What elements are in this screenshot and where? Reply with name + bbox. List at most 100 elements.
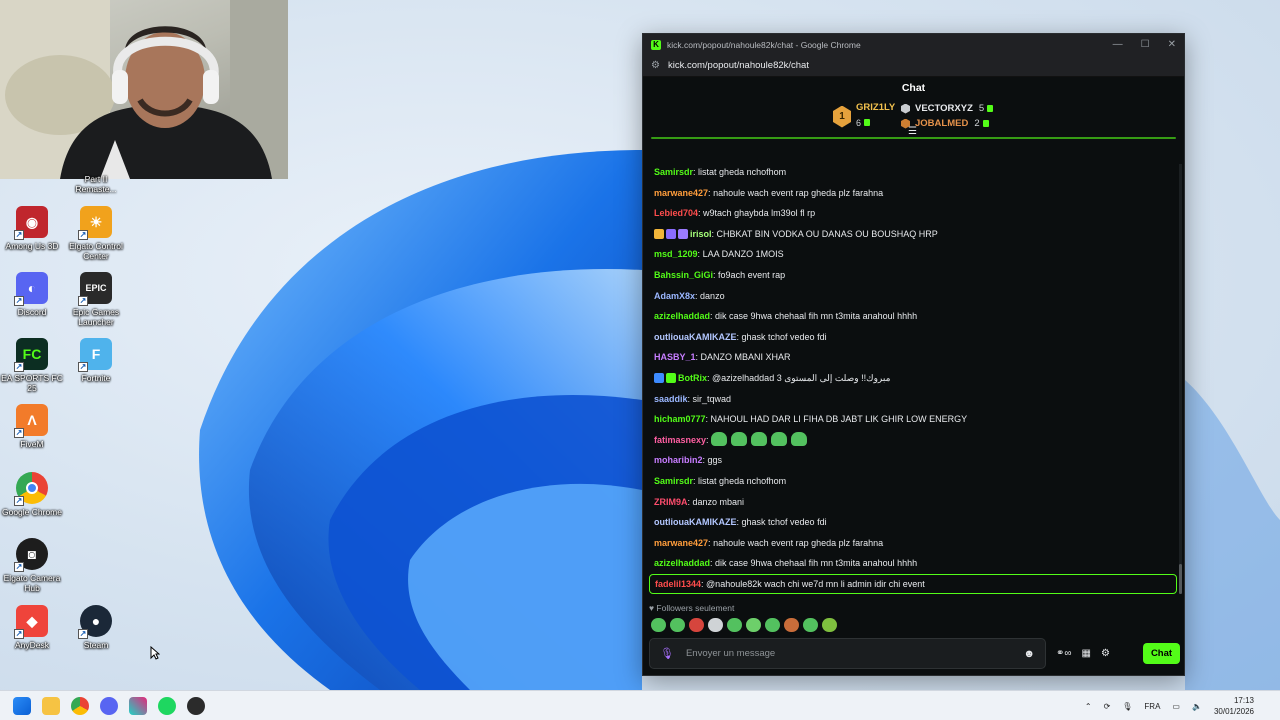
- chat-username[interactable]: irisol: [690, 229, 712, 239]
- address-bar[interactable]: ⚙ kick.com/popout/nahoule82k/chat: [643, 55, 1184, 77]
- chat-message[interactable]: azizelhaddad: dik case 9hwa chehaal fih …: [654, 555, 1174, 571]
- chat-message[interactable]: marwane427: nahoule wach event rap gheda…: [654, 535, 1174, 551]
- desktop-icon-anydesk[interactable]: ◆ ↗ AnyDesk: [0, 605, 64, 650]
- windows-start-icon[interactable]: [13, 696, 31, 715]
- emote-icon[interactable]: [670, 618, 685, 632]
- chat-username[interactable]: AdamX8x: [654, 291, 695, 301]
- chat-message[interactable]: outliouaKAMIKAZE: ghask tchof vedeo fdi: [654, 329, 1174, 345]
- chat-message[interactable]: Lebied704: w9tach ghaybda lm39ol fl rp: [654, 205, 1174, 221]
- chat-message[interactable]: AdamX8x: danzo: [654, 288, 1174, 304]
- chat-username[interactable]: fatimasnexy: [654, 435, 706, 445]
- chat-username[interactable]: Samirsdr: [654, 167, 693, 177]
- share-link-icon[interactable]: ⚭∞: [1056, 648, 1072, 659]
- user-badge-icon[interactable]: [666, 373, 676, 383]
- chat-message-input[interactable]: 🎙 Envoyer un message ☻: [649, 638, 1046, 669]
- desktop-icon-fortnite[interactable]: F ↗ Fortnite: [64, 338, 128, 383]
- emote-icon[interactable]: [708, 618, 723, 632]
- chat-username[interactable]: msd_1209: [654, 249, 698, 259]
- chat-username[interactable]: azizelhaddad: [654, 558, 710, 568]
- settings-gear-icon[interactable]: ⚙: [1101, 648, 1110, 659]
- file-explorer-icon[interactable]: [42, 696, 60, 715]
- emote-icon[interactable]: [765, 618, 780, 632]
- emote-icon[interactable]: [746, 618, 761, 632]
- emote-icon[interactable]: [822, 618, 837, 632]
- close-icon[interactable]: ✕: [1168, 39, 1176, 50]
- chat-message[interactable]: fatimasnexy:: [654, 431, 1174, 448]
- minimize-icon[interactable]: —: [1113, 39, 1123, 50]
- chat-message[interactable]: BotRix: @azizelhaddad مبروك!! وصلت إلى ا…: [654, 370, 1174, 386]
- network-icon[interactable]: ▭: [1172, 702, 1180, 711]
- chevron-up-icon[interactable]: ⌃: [1085, 702, 1092, 711]
- taskbar-clock[interactable]: 17:13 30/01/2026: [1214, 695, 1254, 717]
- discord-taskbar-icon[interactable]: [100, 696, 118, 715]
- chat-message[interactable]: marwane427: nahoule wach event rap gheda…: [654, 185, 1174, 201]
- chat-username[interactable]: ZRIM9A: [654, 497, 688, 507]
- chat-username[interactable]: marwane427: [654, 188, 708, 198]
- chat-username[interactable]: Bahssin_GiGi: [654, 270, 713, 280]
- desktop-icon-epic-games[interactable]: EPIC ↗ Epic Games Launcher: [64, 272, 128, 327]
- desktop-icon-among-us-3d[interactable]: ◉ ↗ Among Us 3D: [0, 206, 64, 251]
- chat-message[interactable]: azizelhaddad: dik case 9hwa chehaal fih …: [654, 308, 1174, 324]
- gift-shop-icon[interactable]: ▦: [1082, 648, 1091, 659]
- chat-username[interactable]: azizelhaddad: [654, 311, 710, 321]
- emote-icon[interactable]: [651, 618, 666, 632]
- chat-message[interactable]: msd_1209: LAA DANZO 1MOIS: [654, 246, 1174, 262]
- chat-username[interactable]: Samirsdr: [654, 476, 693, 486]
- emote-icon[interactable]: [727, 618, 742, 632]
- user-badge-icon[interactable]: [678, 228, 688, 239]
- desktop-icon-steam[interactable]: ● ↗ Steam: [64, 605, 128, 650]
- leaderboard-first[interactable]: 1 GRIZ1LY 6: [833, 102, 895, 131]
- desktop-icon-elgato-camera-hub[interactable]: ◙ ↗ Elgato Camera Hub: [0, 538, 64, 593]
- emote-icon[interactable]: [689, 618, 704, 632]
- send-chat-button[interactable]: Chat: [1143, 643, 1180, 664]
- desktop-icon-google-chrome[interactable]: ↗ Google Chrome: [0, 472, 64, 517]
- chat-message[interactable]: irisol: CHBKAT BIN VODKA OU DANAS OU BOU…: [654, 226, 1174, 242]
- emote-icon[interactable]: [784, 618, 799, 632]
- chat-username[interactable]: fadelil1344: [655, 579, 701, 589]
- chat-message[interactable]: outliouaKAMIKAZE: ghask tchof vedeo fdi: [654, 514, 1174, 530]
- desktop-icon-discord[interactable]: ◐ ↗ Discord: [0, 272, 64, 317]
- chat-username[interactable]: marwane427: [654, 538, 708, 548]
- chat-scrollbar[interactable]: [1179, 164, 1182, 594]
- site-settings-icon[interactable]: ⚙: [651, 60, 660, 71]
- spotify-taskbar-icon[interactable]: [158, 696, 176, 715]
- chat-message[interactable]: Samirsdr: listat gheda nchofhom: [654, 164, 1174, 180]
- emoji-picker-icon[interactable]: ☻: [1023, 648, 1035, 660]
- desktop-icon-elgato-control-center[interactable]: ☀ ↗ Elgato Control Center: [64, 206, 128, 261]
- user-badge-icon[interactable]: [666, 228, 676, 239]
- chat-message[interactable]: fadelil1344: @nahoule82k wach chi we7d m…: [649, 574, 1177, 594]
- chat-username[interactable]: BotRix: [678, 373, 707, 383]
- chat-scrollbar-thumb[interactable]: [1179, 564, 1182, 594]
- chat-username[interactable]: saaddik: [654, 394, 688, 404]
- chat-message[interactable]: Bahssin_GiGi: fo9ach event rap: [654, 267, 1174, 283]
- chat-message-list[interactable]: Samirsdr: listat gheda nchofhom marwane42…: [643, 160, 1184, 597]
- chat-message[interactable]: hicham0777: NAHOUL HAD DAR LI FIHA DB JA…: [654, 411, 1174, 427]
- chat-message[interactable]: HASBY_1: DANZO MBANI XHAR: [654, 349, 1174, 365]
- user-badge-icon[interactable]: [654, 373, 664, 383]
- microphone-icon[interactable]: 🎙: [660, 647, 674, 660]
- language-indicator[interactable]: FRA: [1144, 702, 1160, 711]
- chat-message[interactable]: saaddik: sir_tqwad: [654, 391, 1174, 407]
- chat-username[interactable]: Lebied704: [654, 208, 698, 218]
- leaderboard-second[interactable]: VECTORXYZ 5: [901, 103, 994, 114]
- window-titlebar[interactable]: K kick.com/popout/nahoule82k/chat - Goog…: [643, 34, 1184, 55]
- chat-message[interactable]: Samirsdr: listat gheda nchofhom: [654, 473, 1174, 489]
- chat-message[interactable]: ZRIM9A: danzo mbani: [654, 494, 1174, 510]
- chat-username[interactable]: outliouaKAMIKAZE: [654, 332, 737, 342]
- chat-message[interactable]: moharibin2: ggs: [654, 452, 1174, 468]
- maximize-icon[interactable]: ☐: [1141, 39, 1150, 50]
- sync-icon[interactable]: ⟳: [1104, 702, 1111, 711]
- chat-username[interactable]: moharibin2: [654, 455, 703, 465]
- obs-taskbar-icon[interactable]: [187, 696, 205, 715]
- user-badge-icon[interactable]: [654, 228, 664, 239]
- capcut-taskbar-icon[interactable]: [129, 696, 147, 715]
- emote-icon[interactable]: [803, 618, 818, 632]
- desktop-icon-fivem[interactable]: Λ ↗ FiveM: [0, 404, 64, 449]
- expand-leaderboard-icon[interactable]: ☰: [908, 126, 917, 137]
- desktop-icon-ea-sports-fc[interactable]: FC ↗ EA SPORTS FC 25: [0, 338, 64, 393]
- microphone-tray-icon[interactable]: 🎙: [1122, 702, 1132, 711]
- volume-icon[interactable]: 🔈: [1192, 702, 1202, 711]
- chrome-taskbar-icon[interactable]: [71, 696, 89, 715]
- chat-username[interactable]: outliouaKAMIKAZE: [654, 517, 737, 527]
- chat-username[interactable]: HASBY_1: [654, 352, 696, 362]
